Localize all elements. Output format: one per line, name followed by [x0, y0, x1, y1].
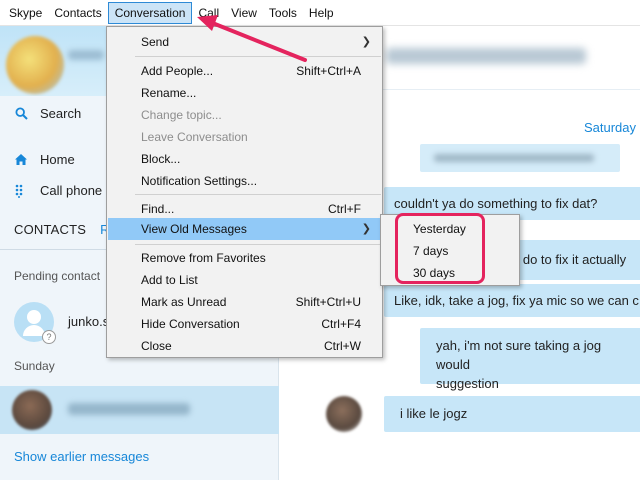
view-old-messages-submenu: Yesterday 7 days 30 days — [380, 214, 520, 286]
menu-conversation[interactable]: Conversation — [107, 1, 193, 24]
menu-item-label: Remove from Favorites — [141, 251, 266, 265]
menu-separator — [135, 244, 381, 245]
show-earlier-messages-link[interactable]: Show earlier messages — [14, 449, 149, 464]
contacts-tabs: CONTACTS RE — [14, 222, 118, 237]
menu-item-shortcut: Ctrl+W — [324, 339, 361, 353]
menu-item-find[interactable]: Find... Ctrl+F — [108, 198, 381, 220]
profile-avatar[interactable] — [6, 36, 64, 94]
menu-item-close[interactable]: Close Ctrl+W — [108, 335, 381, 357]
menu-item-label: Change topic... — [141, 108, 222, 122]
menu-item-leave-conversation: Leave Conversation — [108, 126, 381, 148]
menu-item-label: Add to List — [141, 273, 198, 287]
menu-item-shortcut: Ctrl+F — [328, 202, 361, 216]
message-text: i like le jogz — [400, 406, 468, 421]
pending-status-badge: ? — [42, 330, 56, 344]
submenu-item-30-days[interactable]: 30 days — [382, 262, 518, 284]
message-text: suggestion — [436, 376, 499, 391]
menu-item-view-old-messages[interactable]: View Old Messages ❯ — [108, 218, 381, 240]
recent-conversation-selected[interactable] — [0, 386, 279, 434]
menu-tools[interactable]: Tools — [263, 2, 303, 24]
message-avatar[interactable] — [326, 396, 362, 432]
sidebar-item-call-phones[interactable]: Call phone — [14, 183, 102, 198]
menu-bar: Skype Contacts Conversation Call View To… — [0, 0, 640, 26]
menu-item-block[interactable]: Block... — [108, 148, 381, 170]
chevron-right-icon: ❯ — [361, 36, 371, 48]
menu-item-shortcut: Shift+Ctrl+A — [296, 64, 361, 78]
conversation-avatar — [12, 390, 52, 430]
sidebar-item-home[interactable]: Home — [14, 152, 75, 167]
menu-item-add-people[interactable]: Add People... Shift+Ctrl+A — [108, 60, 381, 82]
menu-item-label: Mark as Unread — [141, 295, 227, 309]
menu-item-label: Find... — [141, 202, 175, 216]
menu-item-rename[interactable]: Rename... — [108, 82, 381, 104]
profile-name-blurred — [68, 50, 104, 60]
chat-title-blurred — [386, 48, 586, 64]
message-bubble-blurred — [420, 144, 620, 172]
menu-item-shortcut: Ctrl+F4 — [321, 317, 361, 331]
menu-view[interactable]: View — [225, 2, 263, 24]
menu-item-label: Notification Settings... — [141, 174, 258, 188]
pending-contact-heading: Pending contact — [14, 269, 101, 283]
menu-contacts[interactable]: Contacts — [48, 2, 107, 24]
menu-item-label: View Old Messages — [141, 222, 247, 236]
menu-item-send[interactable]: Send ❯ — [108, 31, 381, 53]
menu-item-remove-from-favorites[interactable]: Remove from Favorites — [108, 247, 381, 269]
submenu-item-yesterday[interactable]: Yesterday — [382, 218, 518, 240]
menu-skype[interactable]: Skype — [3, 2, 48, 24]
menu-item-label: Block... — [141, 152, 181, 166]
sidebar-item-call-phones-label: Call phone — [40, 183, 103, 198]
menu-item-label: Hide Conversation — [141, 317, 240, 331]
conversation-menu: Send ❯ Add People... Shift+Ctrl+A Rename… — [106, 26, 383, 358]
conversation-name-blurred — [68, 403, 190, 415]
search-label: Search — [40, 106, 82, 121]
message-text: Like, idk, take a jog, fix ya mic so we … — [394, 293, 639, 308]
day-label: Sunday — [14, 359, 55, 373]
menu-separator — [135, 194, 381, 195]
menu-item-label: Rename... — [141, 86, 197, 100]
menu-item-label: Close — [141, 339, 172, 353]
menu-item-shortcut: Shift+Ctrl+U — [295, 295, 361, 309]
message-bubble: i like le jogz — [384, 396, 640, 432]
chevron-right-icon: ❯ — [361, 223, 371, 235]
tab-contacts[interactable]: CONTACTS — [14, 222, 86, 237]
menu-help[interactable]: Help — [303, 2, 340, 24]
dialpad-icon — [14, 184, 28, 198]
menu-item-label: Leave Conversation — [141, 130, 248, 144]
search-icon — [14, 106, 28, 121]
message-text: o do to fix it actually — [512, 252, 627, 267]
menu-item-add-to-list[interactable]: Add to List — [108, 269, 381, 291]
menu-item-mark-as-unread[interactable]: Mark as Unread Shift+Ctrl+U — [108, 291, 381, 313]
pending-contact-name[interactable]: junko.s — [68, 314, 109, 329]
menu-item-change-topic: Change topic... — [108, 104, 381, 126]
home-icon — [14, 153, 28, 167]
message-text: yah, i'm not sure taking a jog would — [436, 338, 602, 372]
chat-date-label: Saturday — [583, 120, 636, 135]
menu-item-hide-conversation[interactable]: Hide Conversation Ctrl+F4 — [108, 313, 381, 335]
message-bubble: Like, idk, take a jog, fix ya mic so we … — [384, 284, 640, 317]
menu-item-label: Send — [141, 35, 170, 49]
search-button[interactable]: Search — [14, 106, 81, 121]
submenu-item-7-days[interactable]: 7 days — [382, 240, 518, 262]
person-head-icon — [27, 310, 41, 324]
menu-item-label: Add People... — [141, 64, 214, 78]
menu-item-notification-settings[interactable]: Notification Settings... — [108, 170, 381, 192]
message-text: couldn't ya do something to fix dat? — [394, 196, 598, 211]
message-bubble: yah, i'm not sure taking a jog would sug… — [420, 328, 640, 391]
sidebar-item-home-label: Home — [40, 152, 75, 167]
menu-separator — [135, 56, 381, 57]
menu-call[interactable]: Call — [192, 2, 225, 24]
